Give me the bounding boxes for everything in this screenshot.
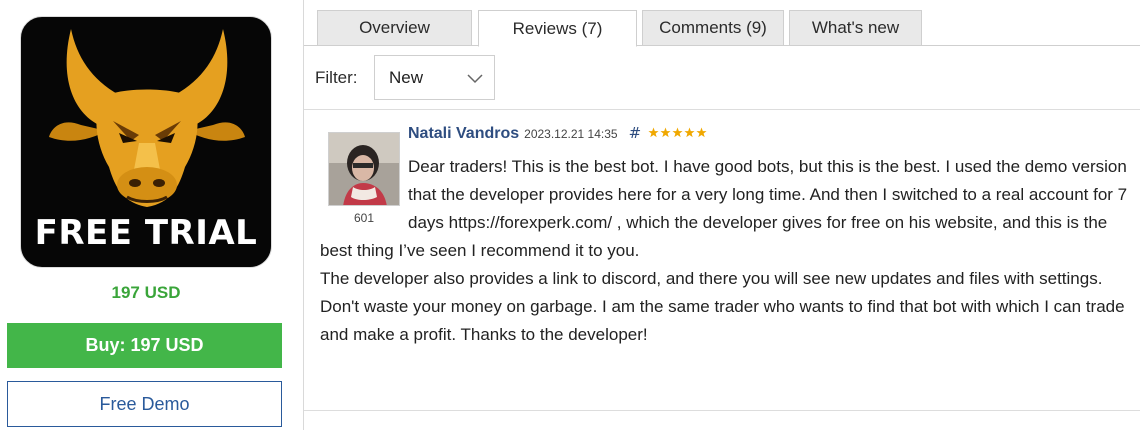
star-icon [648, 127, 659, 138]
free-demo-button[interactable]: Free Demo [7, 381, 282, 427]
price-label: 197 USD [111, 283, 181, 302]
star-rating [648, 127, 707, 138]
tab-comments[interactable]: Comments (9) [642, 10, 784, 46]
logo-caption: FREE TRIAL [34, 213, 258, 253]
tab-bar: Overview Reviews (7) Comments (9) What's… [304, 0, 1140, 47]
review-text: Dear traders! This is the best bot. I ha… [320, 153, 1128, 349]
review-paragraph: The developer also provides a link to di… [320, 269, 1103, 288]
review-header: Natali Vandros 2023.12.21 14:35 # [408, 124, 707, 146]
reviews-panel: Overview Reviews (7) Comments (9) What's… [303, 0, 1140, 430]
filter-selected-value: New [389, 67, 424, 87]
review-date: 2023.12.21 14:35 [524, 127, 618, 141]
filter-label: Filter: [315, 68, 358, 87]
tab-reviews[interactable]: Reviews (7) [478, 10, 637, 47]
star-icon [696, 127, 707, 138]
buy-button[interactable]: Buy: 197 USD [7, 323, 282, 368]
author-name[interactable]: Natali Vandros [408, 125, 519, 143]
review-paragraph: Dear traders! This is the best bot. I ha… [320, 157, 1128, 260]
star-icon [660, 127, 671, 138]
star-icon [672, 127, 683, 138]
review-paragraph: Don't waste your money on garbage. I am … [320, 297, 1125, 344]
tab-overview[interactable]: Overview [317, 10, 472, 46]
tab-whats-new[interactable]: What's new [789, 10, 922, 46]
review-item: 601 Natali Vandros 2023.12.21 14:35 # De… [304, 111, 1140, 411]
filter-select[interactable]: New [374, 55, 495, 100]
star-icon [684, 127, 695, 138]
permalink-hash[interactable]: # [629, 124, 642, 142]
product-sidebar: FREE TRIAL 197 USD Buy: 197 USD Free Dem… [0, 0, 300, 430]
product-logo: FREE TRIAL [20, 16, 272, 268]
chevron-down-icon [467, 74, 483, 84]
filter-row: Filter: New [304, 46, 1140, 110]
